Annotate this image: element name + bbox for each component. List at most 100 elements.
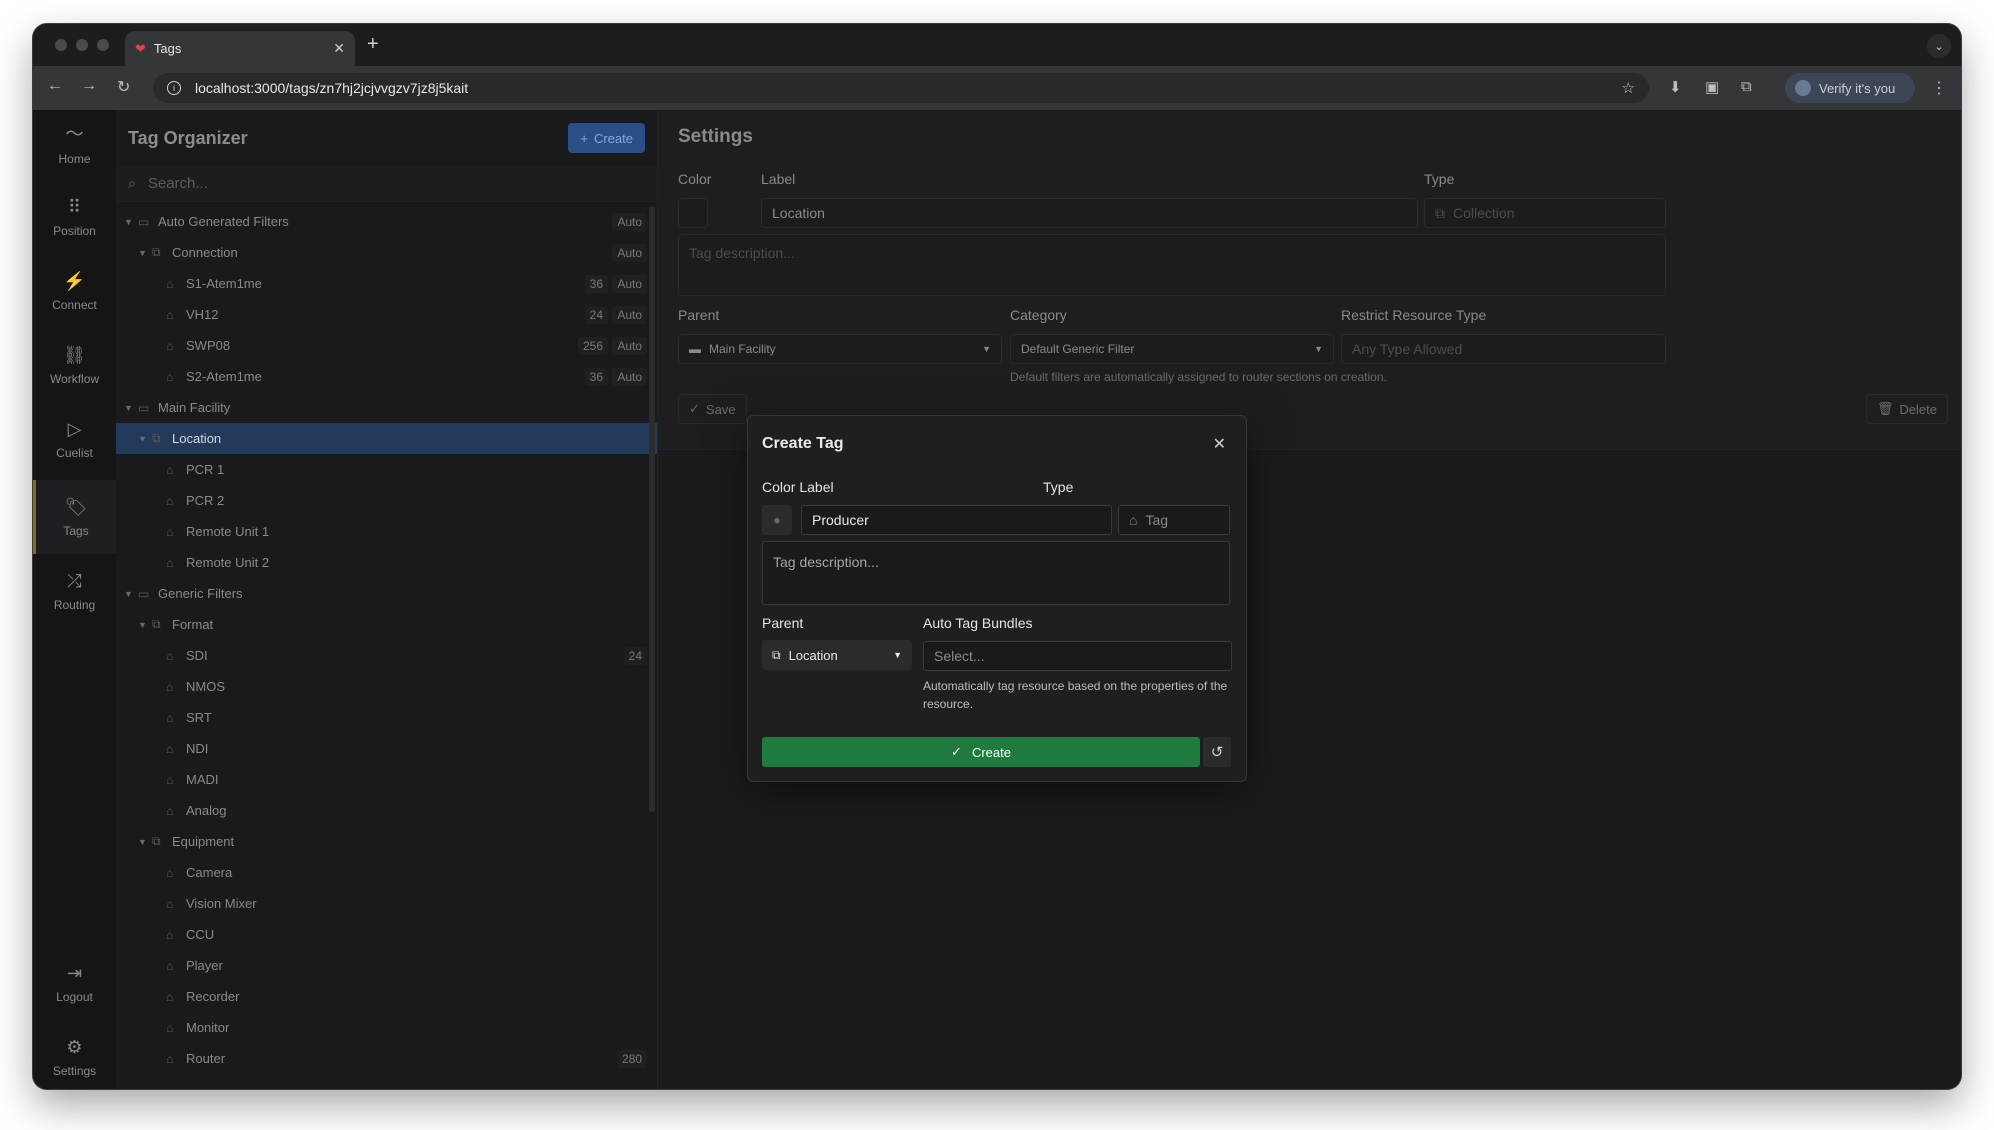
description-textarea[interactable]: Tag description... [678, 234, 1666, 296]
save-button[interactable]: ✓ Save [678, 394, 747, 424]
tree-row[interactable]: ▼ ▭ Generic Filters [116, 578, 657, 609]
tree-row-label: SDI [186, 648, 208, 663]
bookmark-star-icon[interactable]: ☆ [1622, 79, 1635, 97]
tree-row-label: MADI [186, 772, 219, 787]
tree-row[interactable]: ⌂ NDI [116, 733, 657, 764]
reading-list-icon[interactable]: ▣ [1705, 78, 1719, 96]
create-button[interactable]: ✓ Create [762, 737, 1200, 767]
parent-label: Parent [678, 307, 720, 323]
tree-row[interactable]: ⌂ SDI 24 [116, 640, 657, 671]
tab-search-icon[interactable]: ⌄ [1927, 34, 1951, 58]
parent-select[interactable]: ⧉ Location ▼ [762, 640, 912, 670]
category-select[interactable]: Default Generic Filter ▼ [1010, 334, 1334, 364]
tree-row[interactable]: ⌂ VH12 24 Auto [116, 299, 657, 330]
bundles-placeholder: Select... [934, 648, 985, 664]
tree-title: Tag Organizer [128, 127, 248, 148]
tag-name-value: Producer [812, 512, 869, 528]
tree-row[interactable]: ⌂ Player [116, 950, 657, 981]
tree-row[interactable]: ⌂ Analog [116, 795, 657, 826]
tree-row[interactable]: ⌂ Vision Mixer [116, 888, 657, 919]
rail-item-settings[interactable]: ⚙ Settings [33, 1024, 116, 1089]
chevron-down-icon: ▼ [893, 650, 902, 660]
color-swatch-button[interactable]: ● [762, 505, 792, 535]
tree-row[interactable]: ⌂ SRT [116, 702, 657, 733]
tree-row[interactable]: ⌂ MADI [116, 764, 657, 795]
tree-row[interactable]: ⌂ PCR 1 [116, 454, 657, 485]
chevron-down-icon[interactable]: ▼ [138, 248, 147, 258]
search-icon: ⌕ [128, 175, 136, 191]
parent-select[interactable]: ▬ Main Facility ▼ [678, 334, 1002, 364]
tree-row[interactable]: ▼ ▭ Auto Generated Filters Auto [116, 206, 657, 237]
tree-row-label: Connection [172, 245, 238, 260]
rail-item-connect[interactable]: ⚡ Connect [33, 258, 116, 324]
count-badge: 280 [616, 1049, 647, 1068]
search-input[interactable]: ⌕ Search... [116, 166, 657, 202]
tree-row-label: SWP08 [186, 338, 231, 353]
tree-row[interactable]: ▼ ⧉ Format [116, 609, 657, 640]
color-swatch[interactable] [678, 198, 708, 228]
tree-row[interactable]: ⌂ S1-Atem1me 36 Auto [116, 268, 657, 299]
type-select[interactable]: ⌂ Tag [1118, 505, 1230, 535]
tree-row[interactable]: ▼ ▭ Main Facility [116, 392, 657, 423]
tree-row[interactable]: ⌂ SWP08 256 Auto [116, 330, 657, 361]
forward-icon[interactable]: → [81, 77, 97, 95]
new-tab-icon[interactable]: + [367, 33, 379, 56]
close-icon[interactable]: ✕ [1213, 434, 1226, 454]
verify-profile-button[interactable]: Verify it's you [1785, 73, 1915, 103]
tree-row[interactable]: ▼ ⧉ Equipment [116, 826, 657, 857]
create-tag-button[interactable]: + Create [568, 123, 645, 153]
tree-row[interactable]: ⌂ PCR 2 [116, 485, 657, 516]
rail-item-cuelist[interactable]: ▷ Cuelist [33, 406, 116, 472]
shuffle-icon: ⤮ [67, 570, 82, 591]
rail-item-tags[interactable]: 🏷 Tags [33, 480, 116, 554]
reload-icon[interactable]: ↻ [117, 77, 130, 97]
tree-row[interactable]: ⌂ Monitor [116, 1012, 657, 1043]
address-bar[interactable]: i localhost:3000/tags/zn7hj2jcjvvgzv7jz8… [153, 73, 1649, 103]
download-icon[interactable]: ⬇ [1669, 78, 1682, 96]
grid-icon: ⠿ [67, 196, 82, 217]
tree-row[interactable]: ⌂ Remote Unit 2 [116, 547, 657, 578]
chevron-down-icon[interactable]: ▼ [124, 403, 133, 413]
extensions-icon[interactable]: ⧉ [1741, 78, 1752, 95]
description-textarea[interactable]: Tag description... [762, 541, 1230, 605]
rail-label: Settings [52, 1063, 97, 1078]
tree-row[interactable]: ⌂ NMOS [116, 671, 657, 702]
tree-row-label: VH12 [186, 307, 219, 322]
scrollbar[interactable] [649, 206, 655, 812]
restrict-select[interactable]: Any Type Allowed [1341, 334, 1666, 364]
browser-tab[interactable]: ❤ Tags ✕ [125, 31, 355, 66]
delete-button[interactable]: 🗑 Delete [1865, 394, 1948, 424]
chevron-down-icon[interactable]: ▼ [138, 434, 147, 444]
tree-row[interactable]: ▼ ⧉ Location [116, 423, 657, 454]
rail-item-home[interactable]: 〜 Home [33, 110, 116, 176]
tree-row[interactable]: ⌂ CCU [116, 919, 657, 950]
tree-row[interactable]: ▼ ⧉ Connection Auto [116, 237, 657, 268]
tree-row[interactable]: ⌂ Remote Unit 1 [116, 516, 657, 547]
tree-row[interactable]: ⌂ S2-Atem1me 36 Auto [116, 361, 657, 392]
rail-item-workflow[interactable]: ⛓ Workflow [33, 332, 116, 398]
label-field[interactable]: Location [761, 198, 1418, 228]
collection-icon: ⧉ [1435, 204, 1445, 221]
chevron-down-icon[interactable]: ▼ [138, 837, 147, 847]
browser-menu-icon[interactable]: ⋮ [1931, 78, 1947, 98]
tag-name-input[interactable]: Producer [801, 505, 1112, 535]
reset-icon: ↺ [1210, 744, 1224, 761]
tag-tree: ▼ ▭ Auto Generated Filters Auto ▼ ⧉ Connection… [116, 206, 657, 1074]
bundles-select[interactable]: Select... [923, 641, 1232, 671]
close-tab-icon[interactable]: ✕ [333, 40, 345, 57]
reset-button[interactable]: ↺ [1203, 737, 1231, 767]
tree-row[interactable]: ⌂ Camera [116, 857, 657, 888]
tree-row[interactable]: ⌂ Recorder [116, 981, 657, 1012]
tag-icon: ⌂ [166, 710, 174, 725]
chevron-down-icon[interactable]: ▼ [124, 217, 133, 227]
chevron-down-icon[interactable]: ▼ [138, 620, 147, 630]
window-controls[interactable] [55, 39, 109, 51]
tree-row[interactable]: ⌂ Router 280 [116, 1043, 657, 1074]
chevron-down-icon[interactable]: ▼ [124, 589, 133, 599]
rail-item-logout[interactable]: ⇥ Logout [33, 950, 116, 1016]
back-icon[interactable]: ← [47, 77, 63, 95]
parent-value: Location [788, 647, 838, 663]
rail-item-position[interactable]: ⠿ Position [33, 184, 116, 250]
site-info-icon[interactable]: i [167, 81, 181, 95]
rail-item-routing[interactable]: ⤮ Routing [33, 558, 116, 624]
